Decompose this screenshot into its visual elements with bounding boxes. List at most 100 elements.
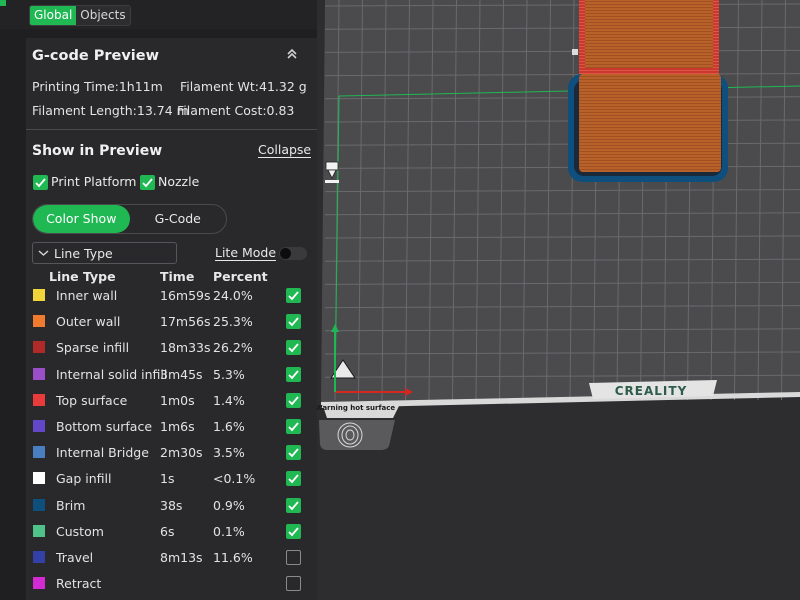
filament-weight: Filament Wt:41.32 g (180, 79, 307, 94)
line-type-name: Travel (56, 550, 94, 565)
line-type-time: 38s (160, 497, 183, 513)
nozzle-checkbox[interactable] (140, 175, 155, 190)
line-type-row: Brim 38s 0.9% (26, 494, 317, 520)
column-header-percent: Percent (213, 269, 268, 284)
line-type-name: Gap infill (56, 471, 112, 487)
line-color-swatch (33, 577, 45, 590)
line-type-name: Internal Bridge (56, 445, 149, 461)
filament-cost: Filament Cost:0.83 (177, 103, 295, 118)
hot-surface-warning: Warning hot surface (317, 404, 395, 412)
line-type-visibility-checkbox[interactable] (286, 366, 301, 382)
line-color-swatch (33, 472, 45, 485)
check-icon (288, 291, 299, 301)
line-type-row: Gap infill 1s <0.1% (26, 467, 317, 493)
lite-mode-toggle[interactable] (279, 247, 307, 260)
print-platform-checkbox[interactable] (33, 175, 48, 190)
build-plate (321, 0, 800, 402)
line-type-percent: 1.6% (213, 419, 245, 434)
top-strip: Global Objects (0, 0, 317, 29)
line-type-name: Custom (56, 523, 104, 539)
check-icon (288, 370, 299, 379)
line-type-row: Custom 6s 0.1% (26, 520, 317, 546)
line-type-percent: 3.5% (213, 445, 245, 461)
line-type-percent: 0.9% (213, 497, 245, 513)
collapse-link[interactable]: Collapse (258, 143, 312, 158)
scope-tabs: Global Objects (29, 5, 131, 26)
check-icon (288, 501, 299, 510)
3d-viewport[interactable]: CREALITY Warning hot surface (317, 0, 800, 600)
line-type-row: Top surface 1m0s 1.4% (26, 389, 317, 415)
line-type-visibility-checkbox[interactable] (286, 497, 301, 513)
line-type-time: 1s (160, 471, 175, 487)
line-color-swatch (33, 289, 45, 301)
gcode-option[interactable]: G-Code (130, 205, 227, 233)
plate-grip-tab (319, 420, 395, 450)
line-type-time: 6s (160, 523, 175, 539)
line-type-time: 1m0s (160, 392, 195, 408)
line-type-name: Top surface (56, 392, 128, 408)
nozzle-label: Nozzle (158, 174, 200, 189)
line-type-visibility-checkbox[interactable] (286, 392, 301, 408)
accent-edge (0, 0, 6, 6)
line-type-percent: 11.6% (213, 550, 253, 565)
line-type-visibility-checkbox[interactable] (286, 550, 301, 565)
line-type-visibility-checkbox[interactable] (286, 471, 301, 487)
line-type-row: Internal Bridge 2m30s 3.5% (26, 441, 317, 467)
check-icon (35, 178, 46, 188)
line-type-name: Internal solid infill (56, 366, 168, 382)
line-type-visibility-checkbox[interactable] (286, 576, 301, 592)
line-type-percent: <0.1% (213, 471, 256, 487)
printed-part-top (585, 0, 713, 68)
line-color-swatch (33, 498, 45, 511)
line-type-time: 3m45s (160, 366, 203, 382)
line-type-visibility-checkbox[interactable] (286, 340, 301, 356)
check-icon (288, 396, 299, 406)
line-type-name: Retract (56, 576, 102, 592)
filament-length: Filament Length:13.74 m (32, 103, 189, 118)
double-chevron-up-icon[interactable] (284, 46, 300, 62)
line-type-percent: 24.0% (213, 288, 253, 303)
line-type-percent: 25.3% (213, 314, 253, 330)
seam-marker (572, 49, 578, 55)
line-type-percent: 26.2% (213, 340, 253, 356)
line-color-swatch (33, 393, 45, 406)
tab-global[interactable]: Global (30, 6, 77, 25)
view-type-select[interactable]: Line Type (32, 242, 177, 264)
line-type-visibility-checkbox[interactable] (286, 419, 301, 434)
line-color-swatch (33, 446, 45, 459)
gcode-preview-title: G-code Preview (32, 48, 160, 64)
check-icon (288, 317, 299, 327)
preview-mode-toggle: Color Show G-Code (32, 204, 227, 234)
line-type-visibility-checkbox[interactable] (286, 445, 301, 461)
build-plate-scene: CREALITY Warning hot surface (317, 0, 800, 600)
line-type-row: Retract (26, 572, 317, 598)
line-type-name: Inner wall (56, 288, 118, 303)
line-type-time: 8m13s (160, 550, 203, 565)
line-type-name: Outer wall (56, 314, 121, 330)
printed-part-base (579, 74, 721, 172)
line-type-visibility-checkbox[interactable] (286, 523, 301, 539)
line-type-name: Brim (56, 497, 86, 513)
line-type-row: Sparse infill 18m33s 26.2% (26, 336, 317, 362)
line-type-visibility-checkbox[interactable] (286, 314, 301, 330)
tab-objects[interactable]: Objects (76, 6, 130, 25)
color-show-option[interactable]: Color Show (33, 205, 130, 233)
section-divider (26, 129, 317, 130)
line-color-swatch (33, 341, 45, 354)
print-platform-label: Print Platform (51, 174, 137, 189)
show-in-preview-title: Show in Preview (32, 143, 163, 159)
preview-card: G-code Preview Printing Time:1h11m Filam… (26, 38, 317, 600)
line-type-name: Sparse infill (56, 340, 130, 356)
line-type-row: Outer wall 17m56s 25.3% (26, 310, 317, 336)
line-type-visibility-checkbox[interactable] (286, 288, 301, 303)
brand-label: CREALITY (615, 384, 688, 398)
check-icon (288, 343, 299, 353)
line-color-swatch (33, 551, 45, 563)
line-type-row: Inner wall 16m59s 24.0% (26, 284, 317, 310)
chevron-down-icon (38, 250, 49, 256)
check-icon (288, 527, 299, 537)
column-header-time: Time (160, 269, 195, 284)
printing-time: Printing Time:1h11m (32, 79, 163, 94)
line-type-time: 17m56s (160, 314, 211, 330)
line-color-swatch (33, 420, 45, 432)
